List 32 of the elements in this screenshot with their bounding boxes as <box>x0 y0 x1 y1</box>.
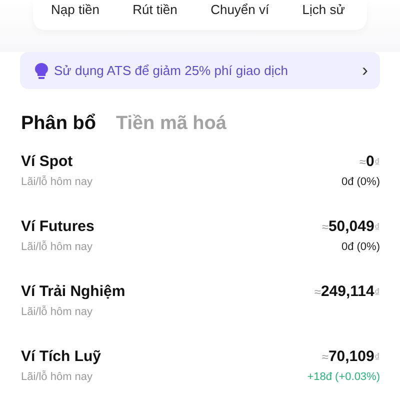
action-button[interactable]: Nạp tiền <box>51 0 100 19</box>
pnl-value: 0đ (0%) <box>341 241 380 253</box>
currency-sign: ₫ <box>374 287 380 299</box>
wallet-balance: 0 <box>366 153 374 170</box>
chevron-icon: › <box>362 60 368 81</box>
currency-sign: ₫ <box>374 352 380 364</box>
currency-sign: ₫ <box>374 157 380 169</box>
currency-sign: ₫ <box>374 222 380 234</box>
pnl-label: Lãi/lỗ hôm nay <box>21 371 93 383</box>
approx-sign: ≈ <box>359 155 366 169</box>
wallet-name: Ví Tích Luỹ <box>21 348 102 365</box>
wallet-name: Ví Trải Nghiệm <box>21 283 126 300</box>
action-button[interactable]: Lịch sử <box>302 0 345 19</box>
pnl-value: +18đ (+0.03%) <box>307 371 380 383</box>
wallet-name: Ví Spot <box>21 153 73 170</box>
tab[interactable]: Phân bổ <box>21 113 96 135</box>
approx-sign: ≈ <box>322 350 328 364</box>
wallet-balance: 249,114 <box>320 283 374 300</box>
pnl-label: Lãi/lỗ hôm nay <box>21 306 93 318</box>
pnl-label: Lãi/lỗ hôm nay <box>21 176 93 188</box>
wallet-balance: 50,049 <box>328 218 374 235</box>
action-button[interactable]: Rút tiền <box>132 0 178 19</box>
promo-text: Sử dụng ATS để giảm 25% phí giao dịch <box>54 63 289 78</box>
wallet-balance: 70,109 <box>328 348 374 365</box>
wallet-name: Ví Futures <box>21 218 94 235</box>
pnl-label: Lãi/lỗ hôm nay <box>21 241 93 253</box>
action-button[interactable]: Chuyển ví <box>210 0 270 19</box>
approx-sign: ≈ <box>314 285 321 299</box>
lightbulb-icon <box>35 62 48 78</box>
pnl-value: 0đ (0%) <box>341 176 380 188</box>
approx-sign: ≈ <box>322 220 328 234</box>
promo-banner[interactable]: Sử dụng ATS để giảm 25% phí giao dịch › <box>20 52 380 89</box>
